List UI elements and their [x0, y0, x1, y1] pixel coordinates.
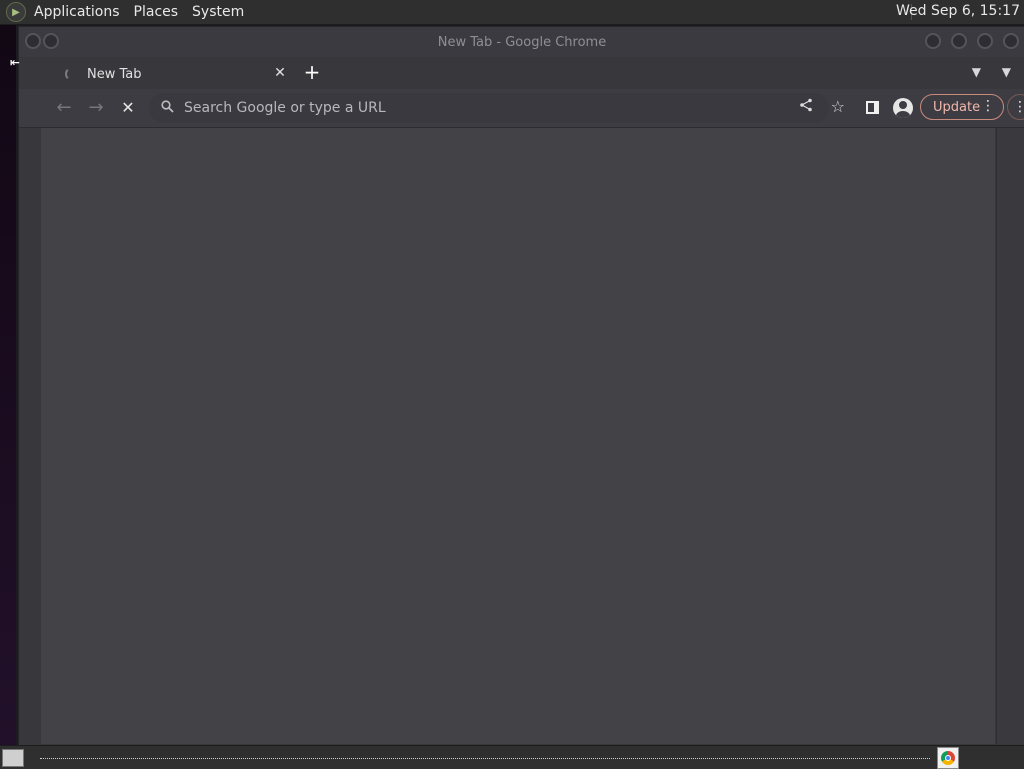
- chrome-window: New Tab - Google Chrome New Tab ✕ + ▼ ▼ …: [18, 26, 1024, 746]
- clock[interactable]: Wed Sep 6, 15:17: [896, 3, 1020, 19]
- window-control-button-3[interactable]: [977, 33, 993, 49]
- window-menu-button[interactable]: [25, 33, 41, 49]
- tab-search-chevron-icon[interactable]: ▼: [972, 65, 981, 79]
- titlebar-left-controls: [25, 33, 59, 49]
- window-title: New Tab - Google Chrome: [437, 34, 607, 50]
- menu-applications[interactable]: Applications: [34, 4, 120, 20]
- arrow-right-icon[interactable]: →: [85, 97, 107, 119]
- menu-system[interactable]: System: [192, 4, 244, 20]
- window-titlebar[interactable]: New Tab - Google Chrome: [19, 27, 1024, 57]
- update-button[interactable]: Update ⋮: [920, 94, 1004, 120]
- tab-close-icon[interactable]: ✕: [271, 65, 289, 81]
- chrome-menu-icon[interactable]: ⋮: [1007, 94, 1024, 120]
- close-icon[interactable]: ✕: [117, 97, 139, 119]
- desktop-background: [0, 25, 16, 745]
- window-control-button-1[interactable]: [925, 33, 941, 49]
- page-content[interactable]: [41, 128, 995, 744]
- side-panel-icon[interactable]: [866, 101, 879, 114]
- window-control-button-2[interactable]: [951, 33, 967, 49]
- chrome-logo-icon: [941, 751, 955, 765]
- top-panel: ▶ Applications Places System Wed Sep 6, …: [0, 0, 1024, 25]
- omnibox[interactable]: [149, 93, 829, 123]
- tab-new-tab[interactable]: New Tab ✕: [57, 59, 289, 89]
- kebab-menu-icon: ⋮: [981, 98, 995, 114]
- chrome-taskbar-button[interactable]: [937, 747, 959, 769]
- loading-spinner-icon: [65, 67, 79, 81]
- tab-overflow-chevron-icon[interactable]: ▼: [1002, 65, 1011, 79]
- update-label: Update: [933, 99, 981, 115]
- arrow-left-icon[interactable]: ←: [53, 97, 75, 119]
- show-desktop-icon[interactable]: [2, 749, 24, 767]
- menu-places[interactable]: Places: [134, 4, 179, 20]
- resize-cursor-icon: ⇤: [10, 52, 20, 71]
- distro-logo-icon[interactable]: ▶: [6, 2, 26, 22]
- titlebar-right-controls: [925, 33, 1019, 49]
- bottom-taskbar: [0, 745, 1024, 769]
- tab-label: New Tab: [87, 66, 142, 82]
- browser-toolbar: ← → ✕ ☆ Update ⋮ ⋮: [19, 89, 1024, 128]
- search-icon: [161, 99, 174, 117]
- avatar-icon[interactable]: [893, 98, 913, 118]
- address-input[interactable]: [182, 99, 746, 117]
- tab-strip: New Tab ✕: [19, 57, 1024, 89]
- star-icon[interactable]: ☆: [831, 97, 845, 116]
- window-control-button-4[interactable]: [1003, 33, 1019, 49]
- window-right-edge: [996, 128, 1024, 744]
- taskbar-separator: [40, 758, 930, 759]
- new-tab-button[interactable]: +: [303, 60, 321, 84]
- window-menu-button-2[interactable]: [43, 33, 59, 49]
- share-icon[interactable]: [799, 98, 813, 116]
